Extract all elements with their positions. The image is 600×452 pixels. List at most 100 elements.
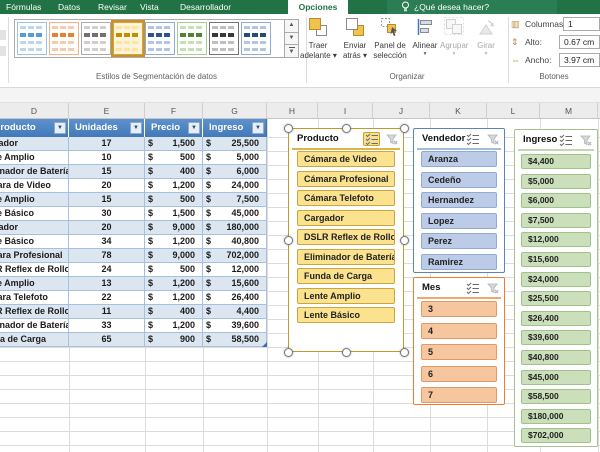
cell-producto[interactable]: Cargador: [0, 137, 69, 151]
cell-precio[interactable]: $500: [145, 193, 203, 207]
selection-handle[interactable]: [342, 348, 351, 357]
slicer-item-eliminador-de-bateria[interactable]: Eliminador de Batería: [297, 249, 395, 265]
cell-producto[interactable]: Lente Amplio: [0, 151, 69, 165]
selection-handle[interactable]: [400, 348, 409, 357]
cell-precio[interactable]: $500: [145, 263, 203, 277]
cell-unidades[interactable]: 33: [69, 319, 145, 333]
slicer-style-1[interactable]: [17, 22, 47, 55]
cell-ingreso[interactable]: $26,400: [203, 291, 267, 305]
enviar-atras-button[interactable]: Enviaratrás ▾: [338, 17, 372, 75]
selection-handle[interactable]: [284, 348, 293, 357]
cell-unidades[interactable]: 65: [69, 333, 145, 347]
slicer-item-4-400[interactable]: $4,400: [521, 154, 591, 169]
cell-ingreso[interactable]: $39,600: [203, 319, 267, 333]
cell-unidades[interactable]: 15: [69, 193, 145, 207]
column-header-m[interactable]: M: [540, 103, 598, 118]
column-header-j[interactable]: J: [373, 103, 430, 118]
cell-unidades[interactable]: 78: [69, 249, 145, 263]
slicer-item-6-000[interactable]: $6,000: [521, 193, 591, 208]
cell-precio[interactable]: $9,000: [145, 221, 203, 235]
slicer-mes[interactable]: Mes34567: [413, 277, 505, 405]
slicer-item-12-000[interactable]: $12,000: [521, 232, 591, 247]
slicer-item-dslr-reflex-de-rollo[interactable]: DSLR Reflex de Rollo: [297, 229, 395, 245]
cell-unidades[interactable]: 24: [69, 263, 145, 277]
clear-filter-icon[interactable]: [485, 281, 500, 295]
filter-button-producto[interactable]: ▼: [54, 122, 66, 134]
cell-unidades[interactable]: 17: [69, 137, 145, 151]
slicer-item-180-000[interactable]: $180,000: [521, 409, 591, 424]
slicer-item-25-500[interactable]: $25,500: [521, 291, 591, 306]
slicer-item-40-800[interactable]: $40,800: [521, 350, 591, 365]
selection-handle[interactable]: [400, 236, 409, 245]
slicer-item-hernandez[interactable]: Hernandez: [421, 192, 497, 208]
slicer-item-24-000[interactable]: $24,000: [521, 272, 591, 287]
cell-precio[interactable]: $1,200: [145, 319, 203, 333]
slicer-item-ramirez[interactable]: Ramirez: [421, 254, 497, 270]
cell-ingreso[interactable]: $12,000: [203, 263, 267, 277]
cell-producto[interactable]: Cámara Telefoto: [0, 291, 69, 305]
slicer-item-6[interactable]: 6: [421, 366, 497, 382]
slicer-item-58-500[interactable]: $58,500: [521, 389, 591, 404]
cell-ingreso[interactable]: $40,800: [203, 235, 267, 249]
gallery-scroll-down-icon[interactable]: ▼: [285, 33, 298, 46]
cell-precio[interactable]: $1,200: [145, 179, 203, 193]
cell-producto[interactable]: DSLR Reflex de Rollo: [0, 263, 69, 277]
selection-handle[interactable]: [284, 124, 293, 133]
columnas-input[interactable]: 1: [563, 17, 600, 31]
slicer-item-45-000[interactable]: $45,000: [521, 370, 591, 385]
column-header-i[interactable]: I: [318, 103, 373, 118]
slicer-style-5[interactable]: [145, 22, 175, 55]
cell-ingreso[interactable]: $58,500: [203, 333, 267, 347]
cell-unidades[interactable]: 34: [69, 235, 145, 249]
slicer-item-7-500[interactable]: $7,500: [521, 213, 591, 228]
slicer-item-26-400[interactable]: $26,400: [521, 311, 591, 326]
cell-producto[interactable]: Funda de Carga: [0, 333, 69, 347]
cell-unidades[interactable]: 11: [69, 305, 145, 319]
cell-ingreso[interactable]: $5,000: [203, 151, 267, 165]
cell-precio[interactable]: $1,200: [145, 291, 203, 305]
cell-producto[interactable]: Lente Básico: [0, 207, 69, 221]
tell-me-search[interactable]: ¿Qué desea hacer?: [387, 0, 557, 14]
tab-formulas[interactable]: Fórmulas: [3, 0, 44, 14]
gallery-more-icon[interactable]: ▼: [285, 45, 298, 57]
cell-producto[interactable]: Eliminador de Batería: [0, 319, 69, 333]
slicer-style-4[interactable]: [113, 22, 143, 55]
clear-filter-icon[interactable]: [384, 132, 399, 146]
cell-precio[interactable]: $500: [145, 151, 203, 165]
column-header-e[interactable]: E: [69, 103, 145, 118]
cell-ingreso[interactable]: $45,000: [203, 207, 267, 221]
cell-producto[interactable]: Cámara de Video: [0, 179, 69, 193]
column-header-l[interactable]: L: [487, 103, 540, 118]
cell-ingreso[interactable]: $24,000: [203, 179, 267, 193]
cell-precio[interactable]: $1,200: [145, 277, 203, 291]
slicer-item-4[interactable]: 4: [421, 323, 497, 339]
cell-ingreso[interactable]: $7,500: [203, 193, 267, 207]
gallery-scroll-up-icon[interactable]: ▲: [285, 20, 298, 33]
cell-ingreso[interactable]: $702,000: [203, 249, 267, 263]
slicer-item-cargador[interactable]: Cargador: [297, 210, 395, 226]
clear-filter-icon[interactable]: [485, 132, 500, 146]
slicer-item-lopez[interactable]: Lopez: [421, 213, 497, 229]
slicer-item-camara-de-video[interactable]: Cámara de Video: [297, 151, 395, 167]
slicer-item-5[interactable]: 5: [421, 344, 497, 360]
cell-ingreso[interactable]: $15,600: [203, 277, 267, 291]
cell-producto[interactable]: DSLR Reflex de Rollo: [0, 305, 69, 319]
slicer-style-7[interactable]: [209, 22, 239, 55]
cell-producto[interactable]: Lente Básico: [0, 235, 69, 249]
ancho-input[interactable]: 3.97 cm: [559, 53, 600, 67]
slicer-item-702-000[interactable]: $702,000: [521, 428, 591, 443]
column-header-k[interactable]: K: [430, 103, 487, 118]
cell-producto[interactable]: Cargador: [0, 221, 69, 235]
alto-input[interactable]: 0.67 cm: [559, 35, 600, 49]
slicer-item-cedeno[interactable]: Cedeño: [421, 172, 497, 188]
slicer-item-perez[interactable]: Perez: [421, 233, 497, 249]
slicer-vendedor[interactable]: VendedorAranzaCedeñoHernandezLopezPerezR…: [413, 128, 505, 273]
slicer-style-6[interactable]: [177, 22, 207, 55]
tab-datos[interactable]: Datos: [55, 0, 83, 14]
cell-precio[interactable]: $1,500: [145, 137, 203, 151]
tab-opciones[interactable]: Opciones: [288, 0, 348, 14]
tab-revisar[interactable]: Revisar: [95, 0, 130, 14]
cell-precio[interactable]: $1,200: [145, 235, 203, 249]
multiselect-icon[interactable]: [464, 281, 481, 295]
slicer-ingreso[interactable]: Ingreso$4,400$5,000$6,000$7,500$12,000$1…: [514, 129, 598, 447]
